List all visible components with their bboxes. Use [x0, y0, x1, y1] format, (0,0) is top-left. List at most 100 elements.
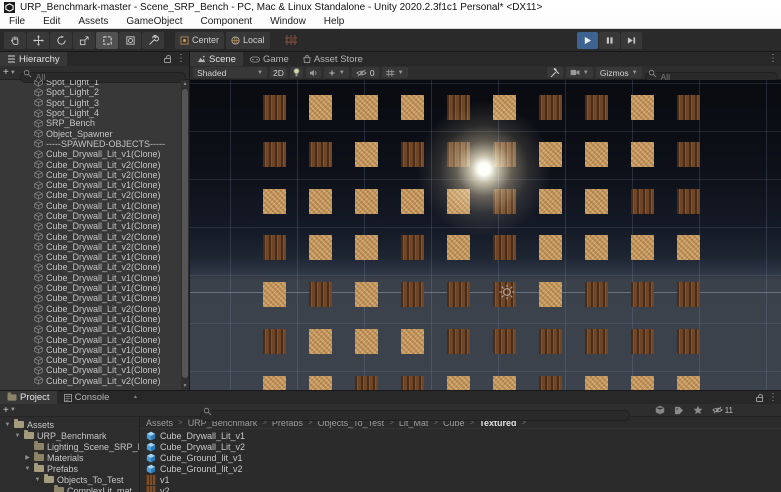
custom-tools-button[interactable]	[142, 32, 164, 49]
scene-cube[interactable]	[355, 376, 378, 390]
scene-cube[interactable]	[447, 376, 470, 390]
move-tool-button[interactable]	[27, 32, 49, 49]
play-button[interactable]	[577, 32, 598, 49]
file-item[interactable]: Cube_Ground_lit_v1	[146, 452, 781, 463]
scene-cube[interactable]	[355, 282, 378, 307]
hierarchy-item[interactable]: Spot_Light_3	[0, 98, 189, 108]
scene-cube[interactable]	[677, 329, 700, 354]
hierarchy-item[interactable]: Cube_Drywall_Lit_v2(Clone)	[0, 211, 189, 221]
scene-cube[interactable]	[631, 282, 654, 307]
scene-cube[interactable]	[309, 235, 332, 260]
expander-icon[interactable]: ▼	[34, 477, 41, 483]
scene-cube[interactable]	[263, 376, 286, 390]
hierarchy-item[interactable]: Cube_Drywall_Lit_v2(Clone)	[0, 231, 189, 241]
pause-button[interactable]	[599, 32, 620, 49]
scene-cube[interactable]	[309, 329, 332, 354]
pivot-mode-button[interactable]: Center	[175, 32, 224, 49]
scene-cube[interactable]	[263, 189, 286, 214]
hierarchy-item[interactable]: Spot_Light_1	[0, 80, 189, 87]
grid-visibility-dropdown[interactable]: ▼	[382, 67, 408, 78]
project-search-input[interactable]	[200, 410, 630, 421]
hierarchy-item[interactable]: SRP_Bench	[0, 118, 189, 128]
scene-cube[interactable]	[309, 142, 332, 167]
shading-mode-dropdown[interactable]: Shaded▼	[193, 67, 267, 78]
2d-toggle-button[interactable]: 2D	[270, 67, 287, 78]
hierarchy-item[interactable]: Cube_Drywall_Lit_v1(Clone)	[0, 355, 189, 365]
hierarchy-item[interactable]: Cube_Drywall_Lit_v1(Clone)	[0, 221, 189, 231]
file-item[interactable]: Cube_Ground_lit_v2	[146, 463, 781, 474]
tree-folder-item[interactable]: ▼ Prefabs	[0, 463, 139, 474]
scene-cube[interactable]	[309, 189, 332, 214]
scene-cube[interactable]	[677, 376, 700, 390]
gizmos-dropdown[interactable]: Gizmos ▼	[596, 67, 642, 78]
file-item[interactable]: v2	[146, 485, 781, 492]
hand-tool-button[interactable]	[4, 32, 26, 49]
scene-cube[interactable]	[309, 282, 332, 307]
scene-visibility-button[interactable]: 0	[352, 67, 379, 78]
file-item[interactable]: Cube_Drywall_Lit_v1	[146, 430, 781, 441]
scene-cube[interactable]	[447, 189, 470, 214]
sun-gizmo[interactable]	[498, 283, 516, 301]
menu-item[interactable]: Component	[192, 16, 262, 27]
scene-cube[interactable]	[493, 329, 516, 354]
tree-folder-item[interactable]: ▶ Materials	[0, 452, 139, 463]
scene-cube[interactable]	[585, 376, 608, 390]
tree-folder-item[interactable]: ▼ Assets	[0, 419, 139, 430]
hierarchy-item[interactable]: Cube_Drywall_Lit_v2(Clone)	[0, 304, 189, 314]
hierarchy-item[interactable]: Spot_Light_4	[0, 108, 189, 118]
scene-cube[interactable]	[539, 329, 562, 354]
scene-cube[interactable]	[355, 142, 378, 167]
breadcrumb-item[interactable]: Assets >	[146, 418, 188, 428]
scene-tools-button[interactable]	[547, 67, 563, 78]
tab-hierarchy[interactable]: Hierarchy	[0, 52, 67, 66]
scene-cube[interactable]	[677, 142, 700, 167]
scene-cube[interactable]	[355, 95, 378, 120]
expander-icon[interactable]: ▼	[14, 433, 21, 439]
hierarchy-create-button[interactable]: +▼	[3, 67, 16, 78]
scroll-down-icon[interactable]: ▼	[181, 383, 189, 389]
scene-cube[interactable]	[677, 189, 700, 214]
scene-cube[interactable]	[493, 189, 516, 214]
scene-cube[interactable]	[585, 189, 608, 214]
scene-cube[interactable]	[263, 95, 286, 120]
scene-cube[interactable]	[263, 142, 286, 167]
menu-item[interactable]: GameObject	[117, 16, 191, 27]
scene-cube[interactable]	[631, 142, 654, 167]
audio-toggle-button[interactable]	[306, 67, 321, 78]
hierarchy-item[interactable]: Cube_Drywall_Lit_v2(Clone)	[0, 242, 189, 252]
lighting-toggle-button[interactable]	[290, 67, 303, 78]
scene-cube[interactable]	[401, 329, 424, 354]
hierarchy-item[interactable]: Cube_Drywall_Lit_v2(Clone)	[0, 376, 189, 386]
favorites-star-icon[interactable]	[693, 405, 703, 415]
scene-cube[interactable]	[585, 329, 608, 354]
hierarchy-item[interactable]: Cube_Drywall_Lit_v1(Clone)	[0, 365, 189, 375]
scene-cube[interactable]	[355, 235, 378, 260]
scene-cube[interactable]	[539, 282, 562, 307]
scene-cube[interactable]	[677, 282, 700, 307]
hierarchy-item[interactable]: Object_Spawner	[0, 128, 189, 138]
scene-cube[interactable]	[447, 235, 470, 260]
scene-cube[interactable]	[401, 282, 424, 307]
hierarchy-item[interactable]: Cube_Drywall_Lit_v1(Clone)	[0, 180, 189, 190]
tree-folder-item[interactable]: ▼ Objects_To_Test	[0, 474, 139, 485]
scene-cube[interactable]	[493, 235, 516, 260]
scene-cube[interactable]	[401, 235, 424, 260]
scene-cube[interactable]	[585, 282, 608, 307]
kebab-menu-icon[interactable]: ⋮	[176, 54, 186, 64]
scene-cube[interactable]	[447, 329, 470, 354]
scene-cube[interactable]	[539, 235, 562, 260]
hidden-items-indicator[interactable]: 11	[712, 406, 733, 415]
scene-cube[interactable]	[631, 329, 654, 354]
scene-cube[interactable]	[631, 95, 654, 120]
scroll-up-icon[interactable]: ▲	[181, 81, 189, 87]
menu-item[interactable]: Help	[315, 16, 354, 27]
rect-tool-button[interactable]	[96, 32, 118, 49]
file-item[interactable]: Cube_Drywall_Lit_v2	[146, 441, 781, 452]
expander-icon[interactable]: ▶	[24, 454, 31, 461]
scene-cube[interactable]	[263, 282, 286, 307]
hierarchy-item[interactable]: Spot_Light_2	[0, 87, 189, 97]
hierarchy-item[interactable]: Cube_Drywall_Lit_v1(Clone)	[0, 252, 189, 262]
effects-dropdown[interactable]: ▼	[324, 67, 349, 78]
scale-tool-button[interactable]	[73, 32, 95, 49]
menu-item[interactable]: Assets	[69, 16, 117, 27]
